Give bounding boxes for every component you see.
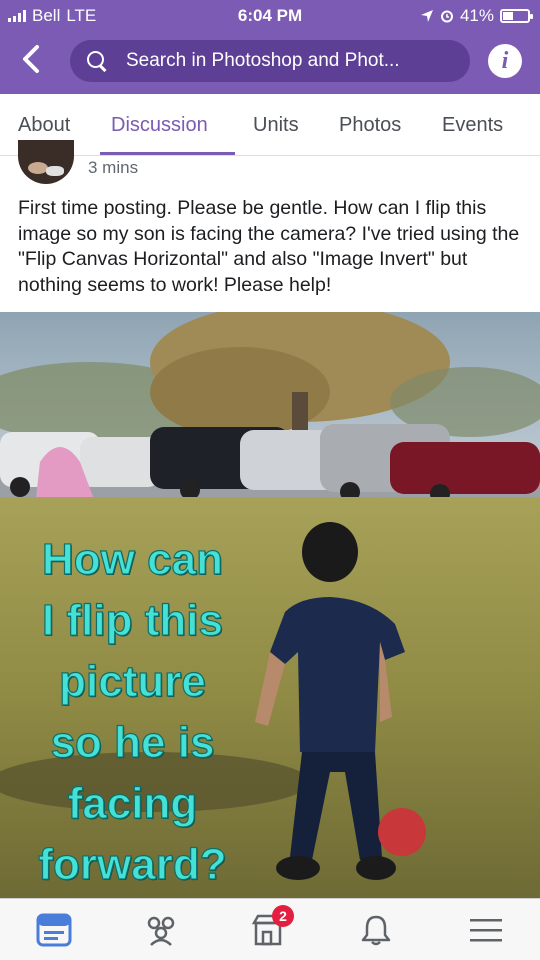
info-icon: i (501, 48, 509, 74)
battery-percent: 41% (459, 6, 494, 25)
overlay-line: How can (41, 534, 223, 584)
groups-icon (147, 916, 175, 946)
tab-events[interactable]: Events (442, 114, 503, 137)
nav-marketplace[interactable]: 2 (250, 905, 294, 947)
news-feed-icon (36, 913, 72, 947)
nav-news-feed[interactable] (36, 913, 72, 947)
tab-discussion[interactable]: Discussion (111, 114, 208, 137)
notifications-bell-icon (361, 915, 391, 946)
post-text: First time posting. Please be gentle. Ho… (18, 197, 520, 296)
tab-units[interactable]: Units (253, 114, 299, 137)
bottom-nav: 2 (0, 898, 540, 960)
post-timestamp[interactable]: 3 mins (88, 158, 138, 178)
notification-badge: 2 (272, 905, 294, 927)
overlay-line: picture (59, 656, 207, 706)
status-bar: Bell LTE 6:04 PM 41% (0, 0, 540, 32)
back-button[interactable] (20, 44, 48, 76)
battery-icon (500, 9, 533, 23)
post-photo[interactable]: How can I flip this picture so he is fac… (0, 312, 540, 898)
nav-menu[interactable] (468, 913, 504, 947)
search-field[interactable]: Search in Photoshop and Phot... (70, 40, 470, 82)
nav-notifications[interactable] (358, 913, 394, 947)
menu-icon (470, 919, 502, 942)
battery-level (503, 12, 513, 20)
location-arrow-icon (420, 10, 433, 22)
overlay-line: facing (67, 778, 198, 828)
search-icon (86, 50, 108, 72)
chevron-left-icon (23, 45, 39, 73)
info-button[interactable]: i (488, 44, 522, 78)
search-placeholder: Search in Photoshop and Phot... (126, 50, 400, 71)
active-tab-indicator (100, 152, 235, 155)
overlay-line: I flip this (41, 595, 223, 645)
alarm-icon (440, 10, 453, 23)
overlay-line: forward? (38, 839, 227, 889)
app-header: Bell LTE 6:04 PM 41% Search in Photoshop… (0, 0, 540, 94)
photo-overlay-text: How can I flip this picture so he is fac… (20, 529, 245, 895)
tab-photos[interactable]: Photos (339, 114, 401, 137)
tab-about[interactable]: About (18, 114, 70, 137)
author-avatar[interactable] (18, 140, 74, 184)
group-tabs: About Discussion Units Photos Events (0, 94, 540, 156)
status-right: 41% (420, 6, 533, 26)
overlay-line: so he is (50, 717, 215, 767)
nav-groups[interactable] (143, 913, 179, 947)
